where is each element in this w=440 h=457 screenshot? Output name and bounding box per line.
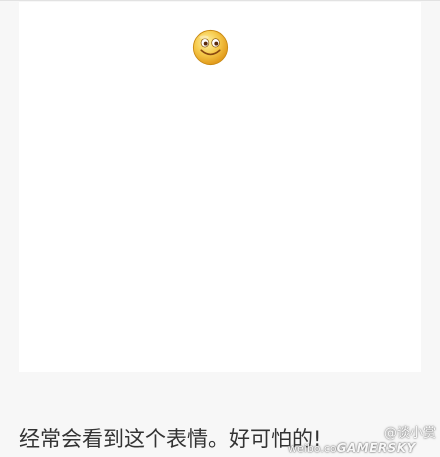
top-divider [0, 0, 440, 1]
post-caption: 经常会看到这个表情。好可怕的! [19, 427, 322, 451]
smiley-face-icon [192, 29, 229, 66]
post-image[interactable] [19, 2, 421, 372]
watermark: @谈小赏 weibo.coGAMERSKY [284, 420, 440, 456]
watermark-brand: GAMERSKY [336, 441, 416, 455]
watermark-handle: @谈小赏 [383, 426, 436, 441]
watermark-site-prefix: weibo.co [288, 442, 337, 455]
post-page: 经常会看到这个表情。好可怕的! @谈小赏 weibo.coGAMERSKY [0, 0, 440, 457]
watermark-site: weibo.coGAMERSKY [288, 441, 416, 455]
